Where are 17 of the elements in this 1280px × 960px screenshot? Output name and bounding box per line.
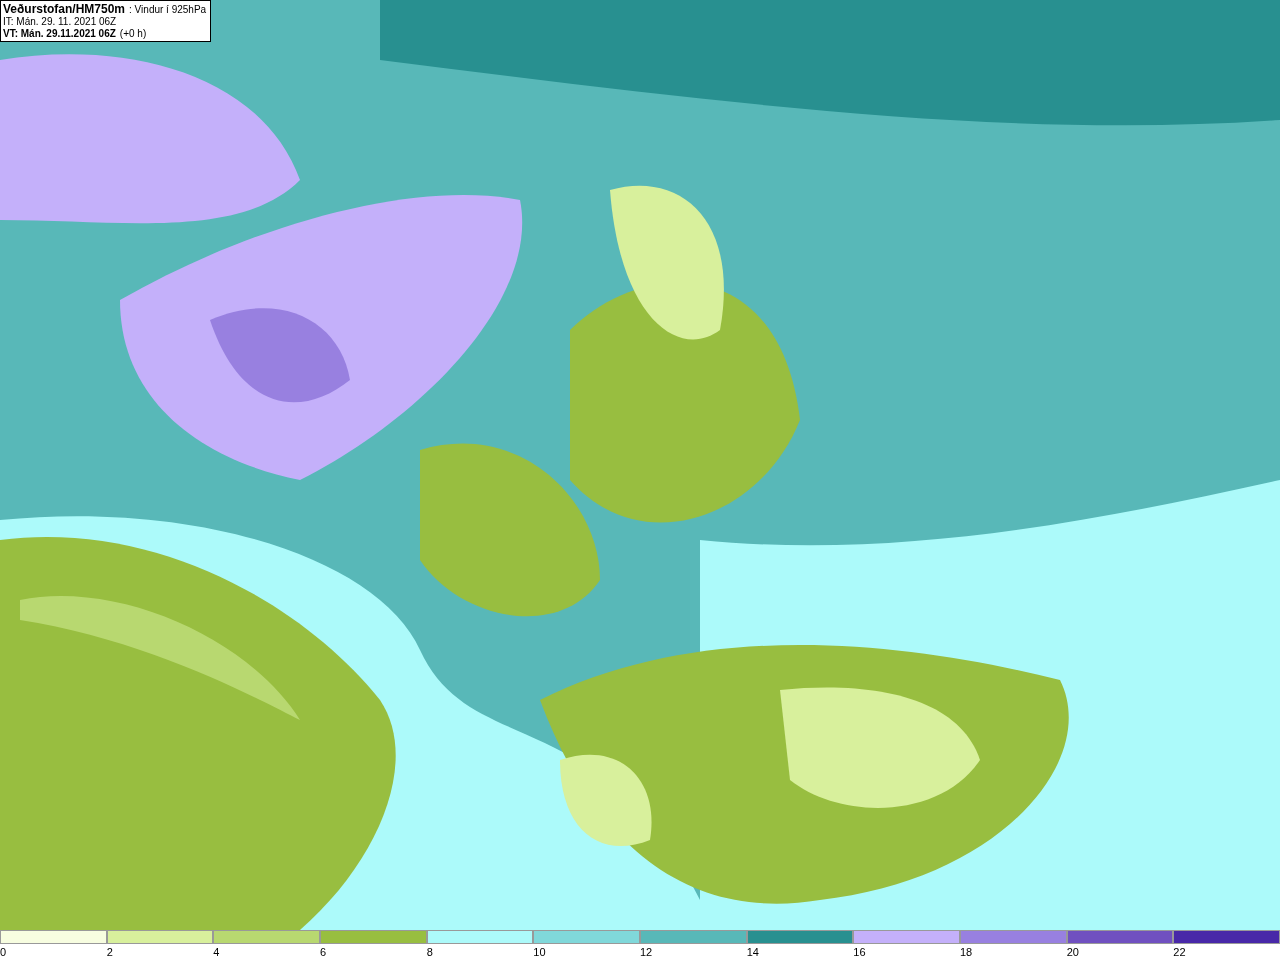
legend-tick-label: 16 <box>853 945 866 959</box>
legend-tick-label: 10 <box>533 945 546 959</box>
legend-tick-label: 4 <box>213 945 220 959</box>
legend-tick-label: 22 <box>1173 945 1186 959</box>
forecast-offset: (+0 h) <box>119 28 147 40</box>
legend-tick-label: 2 <box>106 945 113 959</box>
legend-tick-label: 6 <box>320 945 327 959</box>
legend-tick-label: 18 <box>960 945 973 959</box>
legend-tick-label: 12 <box>640 945 653 959</box>
legend-tick-label: 0 <box>0 945 7 959</box>
legend-tick-label: 8 <box>426 945 433 959</box>
legend-tick-label: 20 <box>1066 945 1079 959</box>
issue-time: IT: Mán. 29. 11. 2021 06Z <box>3 16 117 28</box>
legend-tick-label: 14 <box>746 945 759 959</box>
valid-time: VT: Mán. 29.11.2021 06Z <box>3 28 116 40</box>
map-subtitle: : Vindur í 925hPa <box>129 4 207 16</box>
map-title: Veðurstofan/HM750m <box>3 3 126 15</box>
